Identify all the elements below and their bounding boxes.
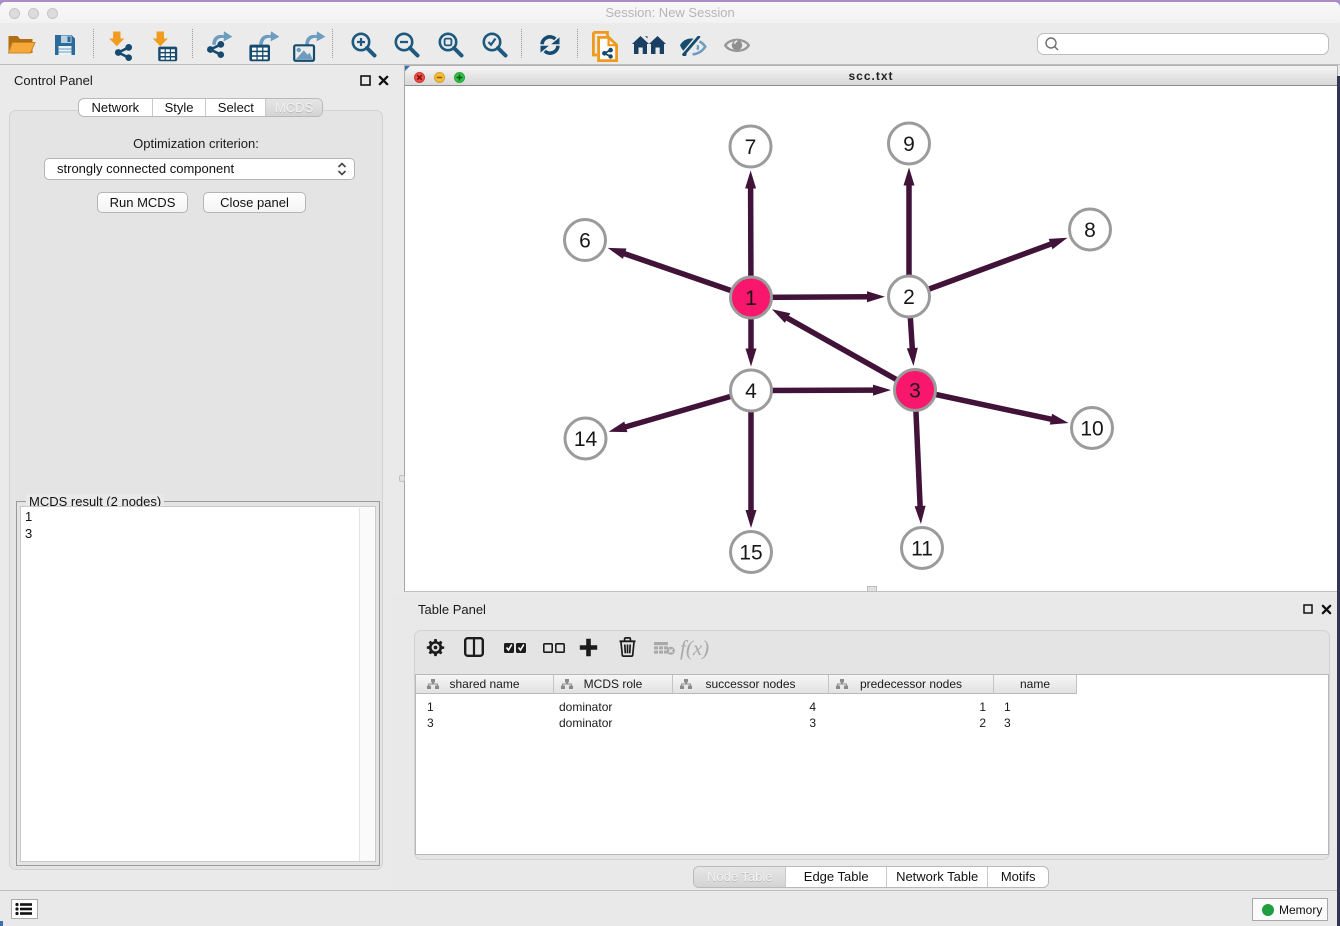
svg-text:10: 10	[1080, 418, 1103, 441]
svg-text:9: 9	[903, 133, 915, 156]
svg-text:7: 7	[745, 136, 757, 159]
svg-text:4: 4	[745, 380, 757, 403]
svg-text:1: 1	[745, 287, 757, 310]
svg-text:6: 6	[579, 230, 591, 253]
svg-text:11: 11	[911, 538, 933, 561]
svg-text:8: 8	[1084, 219, 1096, 242]
svg-text:3: 3	[909, 380, 921, 403]
svg-text:15: 15	[739, 542, 762, 565]
svg-text:2: 2	[903, 286, 915, 309]
svg-text:14: 14	[574, 428, 598, 451]
